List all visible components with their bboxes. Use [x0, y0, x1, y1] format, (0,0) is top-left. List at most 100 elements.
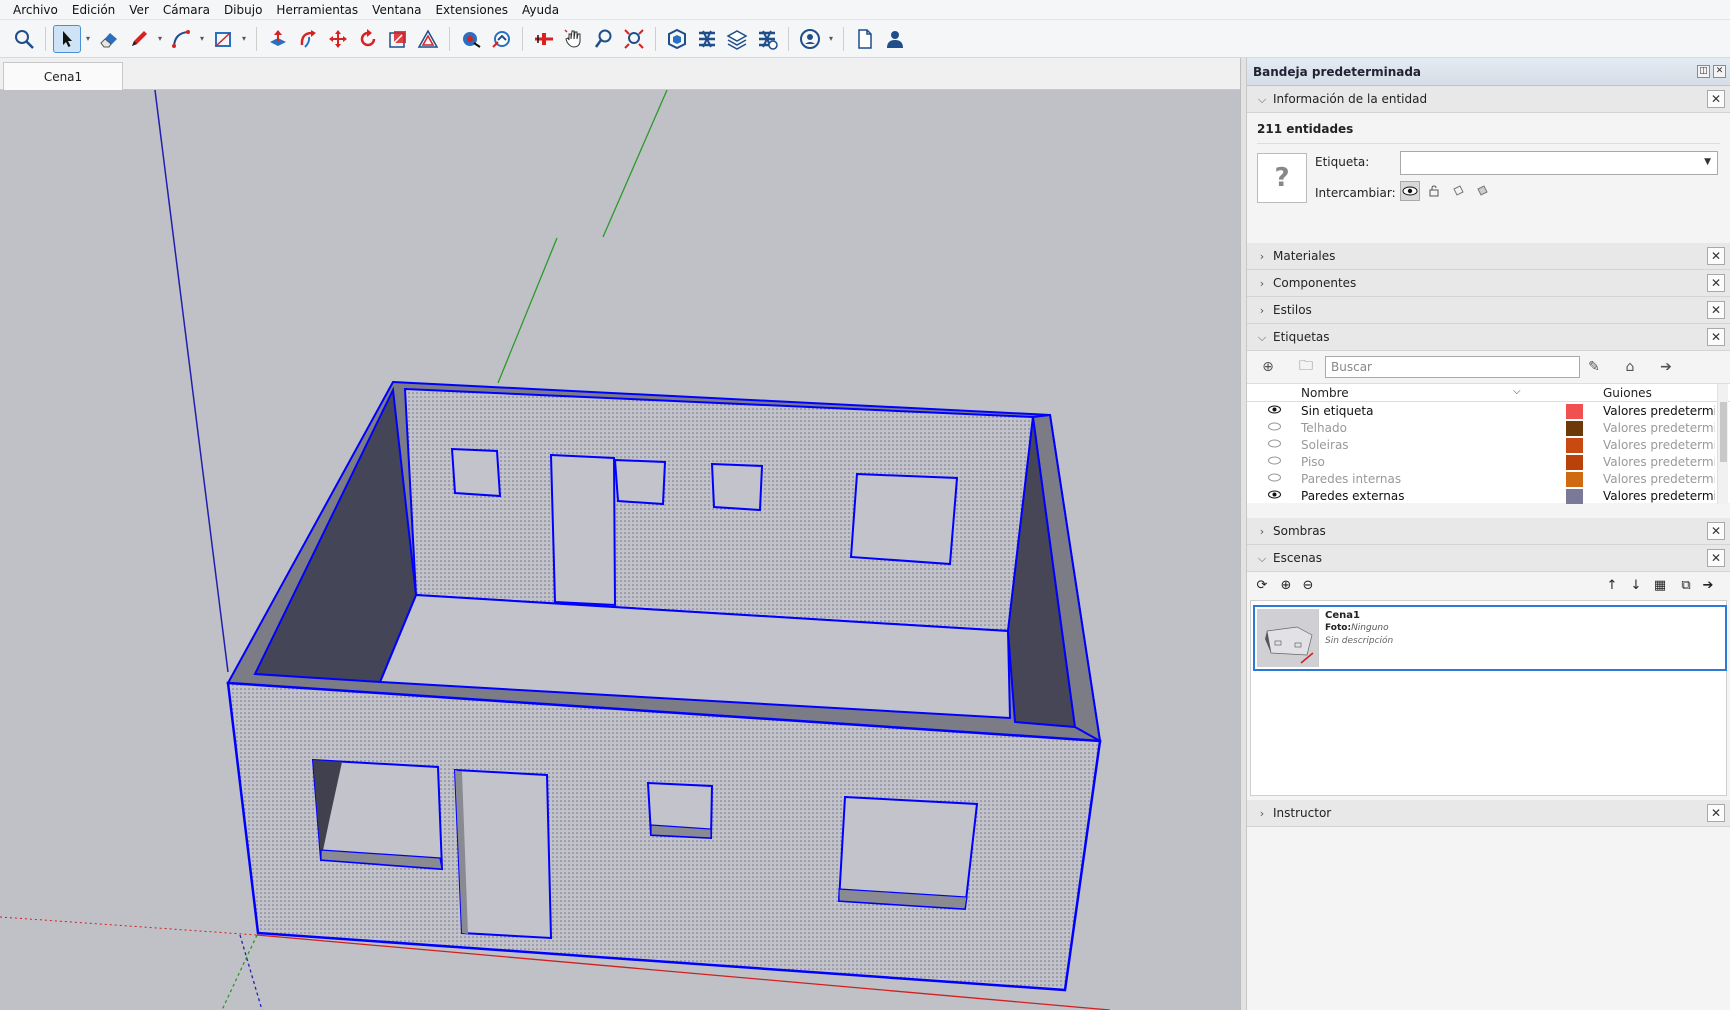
tray-pin-icon[interactable]: ◫ [1697, 65, 1710, 78]
eye-hidden-icon[interactable] [1267, 438, 1281, 451]
tag-dashes[interactable]: Valores predeterminados [1603, 455, 1715, 469]
close-icon[interactable]: ✕ [1707, 328, 1725, 346]
menu-dibujo[interactable]: Dibujo [217, 3, 269, 17]
scene-card[interactable]: Cena1 Foto:Ninguno Sin descripción [1253, 605, 1727, 671]
close-icon[interactable]: ✕ [1707, 522, 1725, 540]
tag-row[interactable]: Sin etiqueta Valores predeterminados [1247, 403, 1730, 420]
tape-measure-icon[interactable] [457, 25, 485, 53]
drawing-viewport[interactable] [0, 90, 1240, 1010]
tags-scrollbar[interactable] [1717, 384, 1728, 504]
arc-dropdown-icon[interactable]: ▾ [197, 25, 207, 53]
zoom-extents-icon[interactable] [620, 25, 648, 53]
menu-herramientas[interactable]: Herramientas [269, 3, 365, 17]
scrollbar-thumb[interactable] [1720, 402, 1727, 462]
zoom-tool-icon[interactable] [590, 25, 618, 53]
close-icon[interactable]: ✕ [1707, 274, 1725, 292]
select-dropdown-icon[interactable]: ▾ [83, 25, 93, 53]
move-up-icon[interactable]: ↑ [1603, 576, 1621, 594]
panel-materials[interactable]: › Materiales ✕ [1247, 243, 1730, 270]
account-icon[interactable] [796, 25, 824, 53]
eye-hidden-icon[interactable] [1267, 472, 1281, 485]
account-dropdown-icon[interactable]: ▾ [826, 25, 836, 53]
close-icon[interactable]: ✕ [1707, 90, 1725, 108]
back-window-large[interactable] [849, 472, 959, 566]
tag-row[interactable]: Soleiras Valores predeterminados [1247, 437, 1730, 454]
lock-icon[interactable] [1424, 181, 1444, 201]
rectangle-icon[interactable] [209, 25, 237, 53]
col-name[interactable]: Nombre [1301, 386, 1349, 400]
eyedropper-icon[interactable]: ✎ [1585, 358, 1603, 376]
refresh-icon[interactable]: ⟳ [1253, 576, 1271, 594]
tag-dashes[interactable]: Valores predeterminados [1603, 438, 1715, 452]
tag-row[interactable]: Paredes externas Valores predeterminados [1247, 488, 1730, 505]
details-arrow-icon[interactable]: ➔ [1657, 358, 1675, 376]
tag-color-swatch[interactable] [1566, 455, 1583, 470]
scale-icon[interactable] [384, 25, 412, 53]
tray-close-icon[interactable]: ✕ [1713, 65, 1726, 78]
left-inner-wall[interactable] [253, 386, 418, 684]
move-icon[interactable] [324, 25, 352, 53]
receive-shadows-icon[interactable] [1448, 181, 1468, 201]
chevron-down-icon[interactable]: ⌵ [1513, 386, 1521, 397]
add-scene-icon[interactable]: ⊕ [1277, 576, 1295, 594]
tag-color-swatch[interactable] [1566, 489, 1583, 504]
close-icon[interactable]: ✕ [1707, 549, 1725, 567]
add-folder-icon[interactable]: 🗀 [1297, 358, 1315, 376]
menu-edicion[interactable]: Edición [65, 3, 122, 17]
select-icon[interactable] [53, 24, 81, 53]
follow-me-icon[interactable] [294, 25, 322, 53]
pan-icon[interactable] [560, 25, 588, 53]
move-down-icon[interactable]: ↓ [1627, 576, 1645, 594]
tag-dashes[interactable]: Valores predeterminados [1603, 404, 1715, 418]
eye-icon[interactable] [1267, 489, 1281, 502]
tag-row[interactable]: Paredes internas Valores predeterminados [1247, 471, 1730, 488]
extension-manager-icon[interactable] [753, 25, 781, 53]
scene-tab-cena1[interactable]: Cena1 [3, 62, 123, 90]
remove-scene-icon[interactable]: ⊖ [1299, 576, 1317, 594]
tags-search-input[interactable]: Buscar [1325, 356, 1580, 378]
tag-color-swatch[interactable] [1566, 421, 1583, 436]
offset-icon[interactable] [414, 25, 442, 53]
pencil-icon[interactable] [125, 25, 153, 53]
menu-ver[interactable]: Ver [122, 3, 156, 17]
back-window[interactable] [710, 462, 764, 512]
tag-color-swatch[interactable] [1566, 472, 1583, 487]
protractor-icon[interactable] [487, 25, 515, 53]
panel-entity-info[interactable]: ⌵ Información de la entidad ✕ [1247, 86, 1730, 113]
menu-extensiones[interactable]: Extensiones [428, 3, 515, 17]
tag-dashes[interactable]: Valores predeterminados [1603, 472, 1715, 486]
back-window[interactable] [613, 458, 667, 506]
details-arrow-icon[interactable]: ➔ [1699, 576, 1717, 594]
3d-warehouse-icon[interactable] [663, 25, 691, 53]
panel-scenes[interactable]: ⌵ Escenas ✕ [1247, 545, 1730, 572]
tag-tool-icon[interactable]: ⌂ [1621, 358, 1639, 376]
back-window[interactable] [450, 447, 502, 498]
panel-tags[interactable]: ⌵ Etiquetas ✕ [1247, 324, 1730, 351]
rotate-icon[interactable] [354, 25, 382, 53]
new-file-icon[interactable] [851, 25, 879, 53]
menu-ventana[interactable]: Ventana [365, 3, 428, 17]
front-door[interactable] [453, 768, 553, 940]
close-icon[interactable]: ✕ [1707, 804, 1725, 822]
col-dashes[interactable]: Guiones [1603, 386, 1652, 400]
panel-components[interactable]: › Componentes ✕ [1247, 270, 1730, 297]
arc-icon[interactable] [167, 25, 195, 53]
eraser-icon[interactable] [95, 25, 123, 53]
push-pull-icon[interactable] [264, 25, 292, 53]
panel-styles[interactable]: › Estilos ✕ [1247, 297, 1730, 324]
eye-hidden-icon[interactable] [1267, 421, 1281, 434]
eye-hidden-icon[interactable] [1267, 455, 1281, 468]
pencil-dropdown-icon[interactable]: ▾ [155, 25, 165, 53]
tag-dashes[interactable]: Valores predeterminados [1603, 489, 1715, 503]
tag-select[interactable]: ▼ [1400, 151, 1718, 175]
layout-icon[interactable] [723, 25, 751, 53]
panel-shadows[interactable]: › Sombras ✕ [1247, 518, 1730, 545]
add-tag-icon[interactable]: ⊕ [1259, 358, 1277, 376]
zoom-icon[interactable] [10, 25, 38, 53]
scene-settings-icon[interactable]: ⧉ [1677, 576, 1695, 594]
rectangle-dropdown-icon[interactable]: ▾ [239, 25, 249, 53]
section-plane-icon[interactable] [530, 25, 558, 53]
eye-icon[interactable] [1267, 404, 1281, 417]
profile-icon[interactable] [881, 25, 909, 53]
panel-instructor[interactable]: › Instructor ✕ [1247, 800, 1730, 827]
